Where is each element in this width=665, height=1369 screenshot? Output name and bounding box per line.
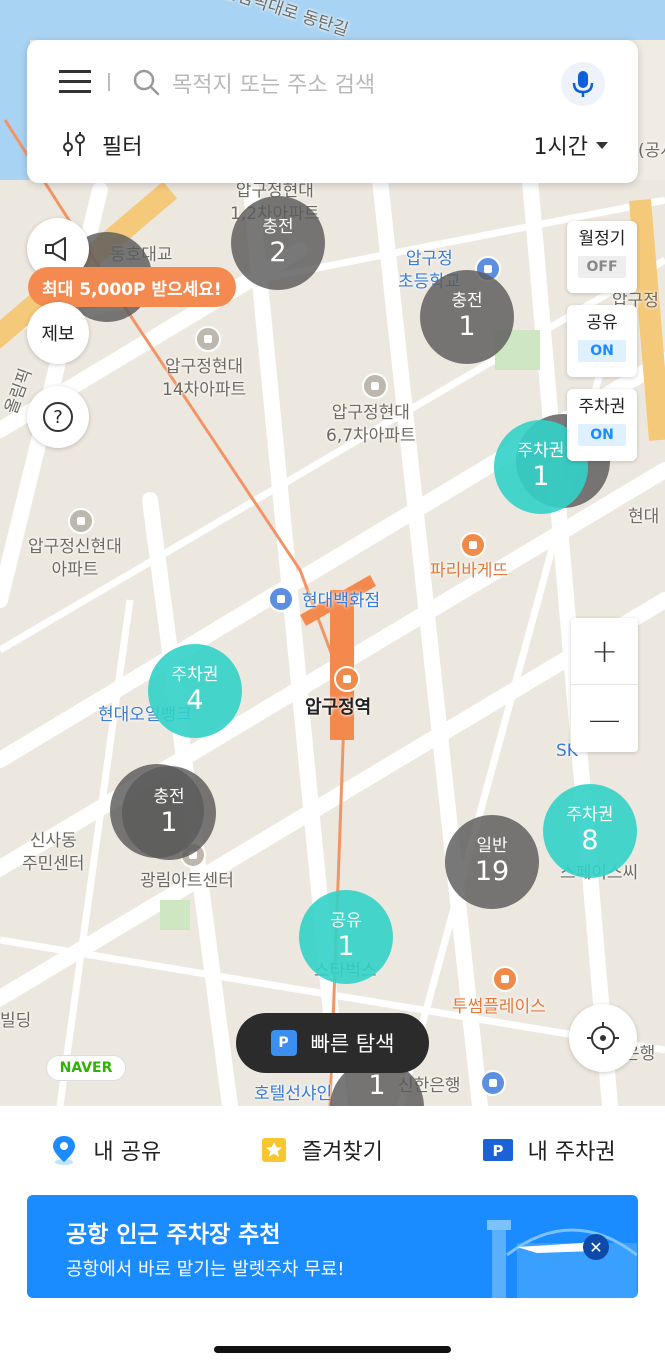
toggle-ticket[interactable]: 주차권 ON [567, 389, 637, 461]
quick-search-button[interactable]: P 빠른 탐색 [236, 1013, 429, 1073]
map-label-hyundai-dept: 현대백화점 [302, 591, 381, 611]
naver-logo: NAVER [46, 1055, 126, 1081]
marker-type: 주차권 [566, 805, 614, 825]
banner-subtitle: 공항에서 바로 맡기는 발렛주차 무료! [66, 1259, 345, 1280]
marker-type: 주차권 [517, 441, 565, 461]
bakery-poi-icon [460, 532, 486, 558]
menu-icon[interactable] [59, 70, 91, 94]
parking-marker[interactable]: 주차권 4 [148, 644, 242, 738]
nav-favorites[interactable]: 즐겨찾기 [260, 1134, 383, 1166]
marker-type: 충전 [153, 787, 185, 807]
filter-icon[interactable] [61, 130, 87, 158]
zoom-controls: + — [571, 618, 638, 752]
map-label-apt-67: 압구정현대 6,7차아파트 [326, 403, 416, 446]
toggle-state: OFF [578, 256, 626, 278]
time-value: 1시간 [533, 135, 588, 160]
home-indicator [214, 1346, 451, 1353]
toggle-label: 공유 [586, 313, 618, 333]
marker-count: 19 [474, 856, 510, 887]
map-label-building: 빌딩 [0, 1011, 32, 1031]
apartment-poi-icon [362, 373, 388, 399]
promo-bubble[interactable]: 최대 5,000P 받으세요! [28, 267, 236, 307]
marker-count: 1 [532, 461, 550, 492]
current-location-button[interactable] [569, 1004, 637, 1072]
help-button[interactable]: ? [27, 386, 89, 448]
filter-button[interactable]: 필터 [102, 129, 142, 161]
toggle-monthly[interactable]: 월정기 OFF [567, 221, 637, 293]
microphone-icon [572, 71, 594, 97]
nav-my-share[interactable]: 내 공유 [49, 1134, 161, 1166]
parking-ticket-icon: P [482, 1139, 513, 1161]
bottom-nav: 내 공유 즐겨찾기 P 내 주차권 [0, 1106, 665, 1194]
apartment-poi-icon [195, 326, 221, 352]
search-input[interactable]: 목적지 또는 주소 검색 [172, 67, 375, 99]
zoom-out-button[interactable]: — [571, 685, 638, 752]
shopping-poi-icon [268, 586, 294, 612]
star-icon [261, 1138, 286, 1162]
airport-illustration-icon [487, 1220, 637, 1298]
time-dropdown[interactable]: 1시간 [534, 129, 608, 161]
toggle-state: ON [578, 424, 626, 446]
map-label-station: 압구정역 [305, 697, 372, 718]
map-label-hyundai-right: 현대 [628, 507, 660, 527]
cafe-poi-icon [492, 966, 518, 992]
map-label-gong: (공시 [638, 141, 665, 161]
crosshair-icon [587, 1022, 619, 1054]
airport-banner[interactable]: 공항 인근 주차장 추천 공항에서 바로 맡기는 발렛주차 무료! ✕ [27, 1195, 638, 1298]
location-pin-icon [53, 1136, 76, 1165]
nav-my-ticket[interactable]: P 내 주차권 [482, 1134, 616, 1166]
parking-marker[interactable]: 주차권 8 [543, 784, 637, 878]
divider [108, 73, 110, 91]
svg-text:P: P [492, 1142, 503, 1160]
nav-label: 내 공유 [93, 1140, 162, 1165]
help-icon: ? [43, 402, 73, 432]
bank-poi-icon [480, 1070, 506, 1096]
quick-search-label: 빠른 탐색 [310, 1032, 395, 1056]
parking-marker[interactable]: 충전 1 [122, 766, 216, 860]
search-icon [133, 69, 160, 96]
marker-count: 8 [581, 825, 599, 856]
map-label-kwangrim: 광림아트센터 [140, 871, 234, 891]
parking-marker[interactable]: 충전 2 [231, 196, 325, 290]
marker-count: 1 [160, 807, 178, 838]
parking-marker[interactable]: 충전 1 [420, 270, 514, 364]
marker-count: 2 [269, 237, 287, 268]
apartment-poi-icon [68, 508, 94, 534]
nav-label: 내 주차권 [527, 1140, 616, 1165]
close-icon[interactable]: ✕ [583, 1234, 609, 1260]
map-label-paris: 파리바게뜨 [430, 561, 509, 581]
parking-icon: P [270, 1030, 297, 1056]
nav-label: 즐겨찾기 [301, 1140, 383, 1165]
map-label-hotel: 호텔선샤인 [254, 1084, 333, 1104]
chevron-down-icon [596, 141, 608, 149]
voice-search-button[interactable] [561, 62, 605, 106]
map-label-sinhyundai: 압구정신현대 아파트 [28, 537, 122, 580]
search-card: 목적지 또는 주소 검색 필터 1시간 [27, 40, 638, 183]
toggle-share[interactable]: 공유 ON [567, 305, 637, 377]
marker-count: 1 [458, 311, 476, 342]
map-label-apt-14: 압구정현대 14차아파트 [162, 357, 247, 400]
marker-type: 주차권 [171, 665, 219, 685]
map-label-twosome: 투썸플레이스 [452, 997, 546, 1017]
marker-count: 1 [368, 1070, 386, 1101]
marker-count: 1 [337, 931, 355, 962]
marker-type: 충전 [451, 291, 483, 311]
marker-type: 공유 [330, 911, 362, 931]
report-button[interactable]: 제보 [27, 302, 89, 364]
toggle-label: 주차권 [578, 397, 626, 417]
parking-marker[interactable]: 공유 1 [299, 890, 393, 984]
report-label: 제보 [41, 324, 75, 345]
parking-marker[interactable]: 일반 19 [445, 815, 539, 909]
banner-title: 공항 인근 주차장 추천 [66, 1222, 281, 1248]
map-label-sinsa: 신사동 주민센터 [22, 831, 85, 874]
megaphone-icon [45, 237, 66, 261]
toggle-state: ON [578, 340, 626, 362]
marker-type: 충전 [262, 217, 294, 237]
subway-line-3-icon [334, 666, 360, 692]
marker-type: 일반 [476, 836, 508, 856]
toggle-label: 월정기 [578, 229, 626, 249]
zoom-in-button[interactable]: + [571, 618, 638, 685]
marker-count: 4 [186, 685, 204, 716]
